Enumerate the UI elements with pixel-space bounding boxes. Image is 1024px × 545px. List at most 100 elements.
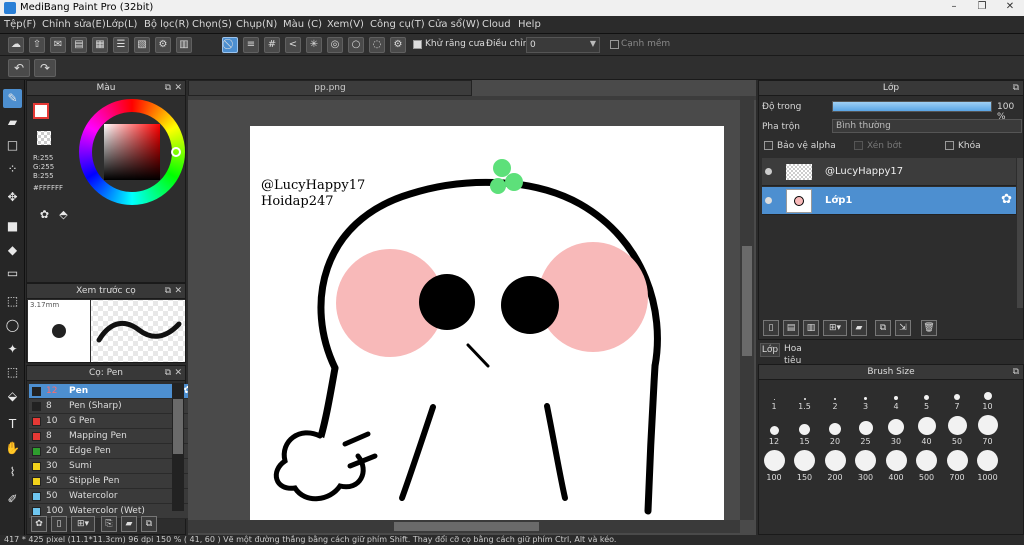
brush-size-option[interactable]: 1	[760, 380, 788, 413]
brush-size-option[interactable]: 3	[852, 380, 880, 413]
tab-navigator[interactable]: Hoa tiêu	[782, 343, 818, 366]
undock-icon[interactable]: ⧉	[1013, 81, 1019, 95]
brush-size-option[interactable]: 1000	[974, 450, 1002, 483]
snap-off-icon[interactable]: ⃠	[222, 37, 238, 53]
opacity-slider[interactable]	[832, 101, 992, 112]
magic-wand-icon[interactable]: ✦	[3, 340, 22, 359]
lock-checkbox[interactable]	[945, 141, 954, 150]
close-icon[interactable]: ✕	[174, 366, 182, 380]
brush-size-option[interactable]: 40	[913, 415, 941, 448]
new-layer-icon[interactable]: ▯	[763, 320, 779, 336]
brush-size-option[interactable]: 70	[974, 415, 1002, 448]
duplicate-layer-icon[interactable]: ⧉	[875, 320, 891, 336]
new-halftone-layer-icon[interactable]: ▤	[783, 320, 799, 336]
transparent-color-swatch[interactable]	[37, 131, 51, 145]
snap-grid-icon[interactable]: #	[264, 37, 280, 53]
close-icon[interactable]: ✕	[174, 81, 182, 95]
menu-file[interactable]: Tệp(F)	[4, 19, 36, 30]
brush-size-option[interactable]: 2	[821, 380, 849, 413]
brush-item[interactable]: 50 Watercolor	[29, 489, 195, 504]
vertical-scrollbar[interactable]	[740, 96, 754, 520]
panel-icon[interactable]: ▥	[176, 37, 192, 53]
brush-item[interactable]: 8 Pen (Sharp)	[29, 399, 195, 414]
palette-icon[interactable]: ✿	[35, 205, 54, 224]
brush-size-option[interactable]: 700	[943, 450, 971, 483]
menu-layer[interactable]: Lớp(L)	[106, 19, 137, 30]
undock-icon[interactable]: ⧉	[165, 81, 171, 95]
layer-row[interactable]: @LucyHappy17	[762, 158, 1016, 186]
dropper-tool-icon[interactable]: ✐	[3, 490, 22, 509]
pan-tool-icon[interactable]: ✋	[3, 439, 22, 458]
tab-layers[interactable]: Lớp	[760, 343, 780, 357]
gradient-tool-icon[interactable]: ▭	[3, 264, 22, 283]
brush-size-option[interactable]: 300	[852, 450, 880, 483]
eraser-tool-icon[interactable]: ▰	[3, 113, 22, 132]
correction-select[interactable]: 0 ▼	[526, 37, 600, 53]
new-brush-icon[interactable]: ▯	[51, 516, 67, 532]
menu-cloud[interactable]: Cloud	[482, 19, 511, 30]
soft-edge-checkbox[interactable]	[610, 40, 619, 49]
add-layer-menu-icon[interactable]: ⊞▾	[823, 320, 847, 336]
eyedropper-tool-icon[interactable]: ⌇	[3, 463, 22, 482]
clipping-checkbox[interactable]	[854, 141, 863, 150]
menu-select[interactable]: Chọn(S)	[192, 19, 232, 30]
menu-filter[interactable]: Bộ lọc(R)	[144, 19, 189, 30]
minimize-icon[interactable]: –	[944, 0, 964, 14]
merge-layer-icon[interactable]: ⇲	[895, 320, 911, 336]
menu-help[interactable]: Help	[518, 19, 541, 30]
close-icon[interactable]: ✕	[174, 284, 182, 298]
brush-list-scrollbar[interactable]	[172, 383, 184, 511]
drawing-canvas[interactable]: @LucyHappy17 Hoidap247	[250, 126, 724, 520]
bucket-tool-icon[interactable]: ◆	[3, 241, 22, 260]
menu-window[interactable]: Cửa sổ(W)	[428, 19, 480, 30]
close-icon[interactable]: ✕	[1000, 0, 1020, 14]
snap-parallel-icon[interactable]: ≡	[243, 37, 259, 53]
brush-settings-icon[interactable]: ✿	[31, 516, 47, 532]
brush-size-option[interactable]: 12	[760, 415, 788, 448]
eye-icon[interactable]	[765, 168, 772, 175]
brush-size-option[interactable]: 25	[852, 415, 880, 448]
snap-settings-icon[interactable]: ⚙	[390, 37, 406, 53]
lasso-tool-icon[interactable]: ◯	[3, 316, 22, 335]
brush-size-option[interactable]: 150	[791, 450, 819, 483]
brush-item[interactable]: 8 Mapping Pen	[29, 429, 195, 444]
protect-alpha-checkbox[interactable]	[764, 141, 773, 150]
list-icon[interactable]: ☰	[113, 37, 129, 53]
fill-rect-tool-icon[interactable]: ■	[3, 217, 22, 236]
select-pen-icon[interactable]: ⬚	[3, 363, 22, 382]
saturation-value-box[interactable]	[104, 124, 160, 180]
restore-icon[interactable]: ❐	[972, 0, 992, 14]
blend-mode-select[interactable]: Bình thường	[832, 119, 1022, 133]
new-8bit-layer-icon[interactable]: ▥	[803, 320, 819, 336]
copy-brush-icon[interactable]: ⎘	[101, 516, 117, 532]
brush-item[interactable]: 10 G Pen	[29, 414, 195, 429]
brush-size-option[interactable]: 5	[913, 380, 941, 413]
brush-item-selected[interactable]: 12Pen✿	[29, 384, 195, 399]
brush-item[interactable]: 20 Edge Pen	[29, 444, 195, 459]
settings-icon[interactable]: ⚙	[155, 37, 171, 53]
hue-handle[interactable]	[171, 147, 181, 157]
foreground-color-swatch[interactable]	[33, 103, 49, 119]
brush-size-option[interactable]: 50	[943, 415, 971, 448]
undock-icon[interactable]: ⧉	[165, 366, 171, 380]
snap-radial-icon[interactable]: ✳	[306, 37, 322, 53]
comment-icon[interactable]: ✉	[50, 37, 66, 53]
brush-size-option[interactable]: 100	[760, 450, 788, 483]
menu-tools[interactable]: Công cụ(T)	[370, 19, 425, 30]
layer-scrollbar[interactable]	[1017, 158, 1023, 308]
menu-view[interactable]: Xem(V)	[327, 19, 364, 30]
undock-icon[interactable]: ⧉	[165, 284, 171, 298]
document-tab[interactable]: pp.png	[188, 80, 472, 96]
brush-size-option[interactable]: 15	[791, 415, 819, 448]
menu-color[interactable]: Màu (C)	[283, 19, 322, 30]
eye-icon[interactable]	[765, 197, 772, 204]
undock-icon[interactable]: ⧉	[1013, 365, 1019, 379]
brush-size-option[interactable]: 20	[821, 415, 849, 448]
brush-size-option[interactable]: 10	[974, 380, 1002, 413]
brush-item[interactable]: 30 Sumi	[29, 459, 195, 474]
grid-icon[interactable]: ▧	[134, 37, 150, 53]
snap-circle-icon[interactable]: ○	[348, 37, 364, 53]
brush-size-option[interactable]: 30	[882, 415, 910, 448]
redo-icon[interactable]: ↷	[34, 59, 56, 77]
snap-concentric-icon[interactable]: ◎	[327, 37, 343, 53]
